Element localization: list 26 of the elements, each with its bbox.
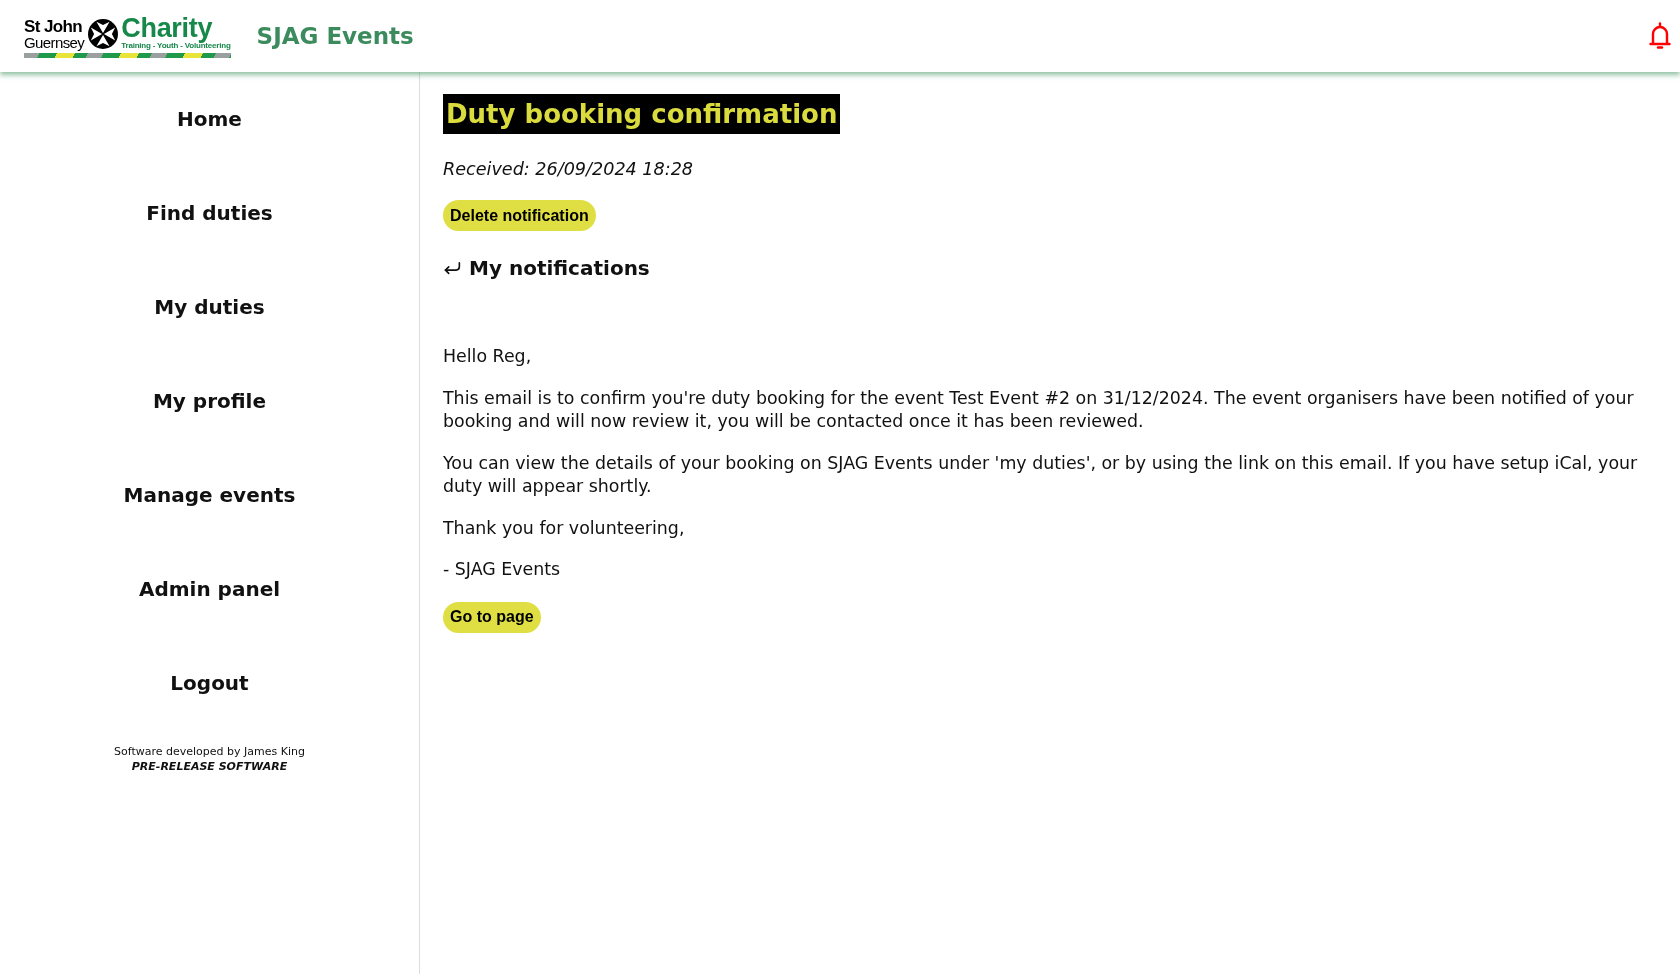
nav-link[interactable]: My profile [152, 388, 267, 414]
message-paragraph: This email is to confirm you're duty booking for the event Test Event #2 on 31/12/2024. The event organisers have been notified of your booking and will now review it, you will be contacted once it has been reviewed. [443, 386, 1635, 433]
nav-link[interactable]: My duties [154, 294, 265, 320]
nav-link[interactable]: Logout [170, 670, 249, 696]
release-notice: PRE-RELEASE SOFTWARE [131, 759, 288, 774]
delete-notification-button[interactable]: Delete notification [443, 200, 596, 231]
app-title: SJAG Events [256, 23, 414, 49]
credit-text: Software developed by James King [114, 744, 305, 759]
logo-wordmark: St John [24, 17, 84, 35]
notification-title: Duty booking confirmation [443, 94, 841, 134]
nav-link[interactable]: Home [177, 106, 242, 132]
bell-icon[interactable] [1648, 21, 1672, 51]
message-paragraph: You can view the details of your booking on SJAG Events under 'my duties', or by using the link on this email. If you have setup iCal, your duty will appear shortly. [443, 451, 1639, 498]
received-date: Received: 26/09/2024 18:28 [443, 158, 695, 180]
logo-wordmark: Charity [121, 16, 214, 41]
go-to-page-button[interactable]: Go to page [443, 601, 541, 633]
back-link[interactable]: My notifications [443, 256, 650, 280]
logo-wordmark: Guernsey [24, 34, 85, 50]
message-paragraph: Thank you for volunteering, [443, 516, 686, 540]
return-arrow-icon [443, 260, 461, 276]
nav-link[interactable]: Find duties [146, 200, 273, 226]
message-paragraph: - SJAG Events [443, 558, 562, 581]
nav-link[interactable]: Manage events [123, 482, 296, 508]
nav-link[interactable]: Admin panel [138, 576, 281, 602]
maltese-cross-icon [88, 18, 119, 49]
message-paragraph: Hello Reg, [443, 345, 533, 368]
